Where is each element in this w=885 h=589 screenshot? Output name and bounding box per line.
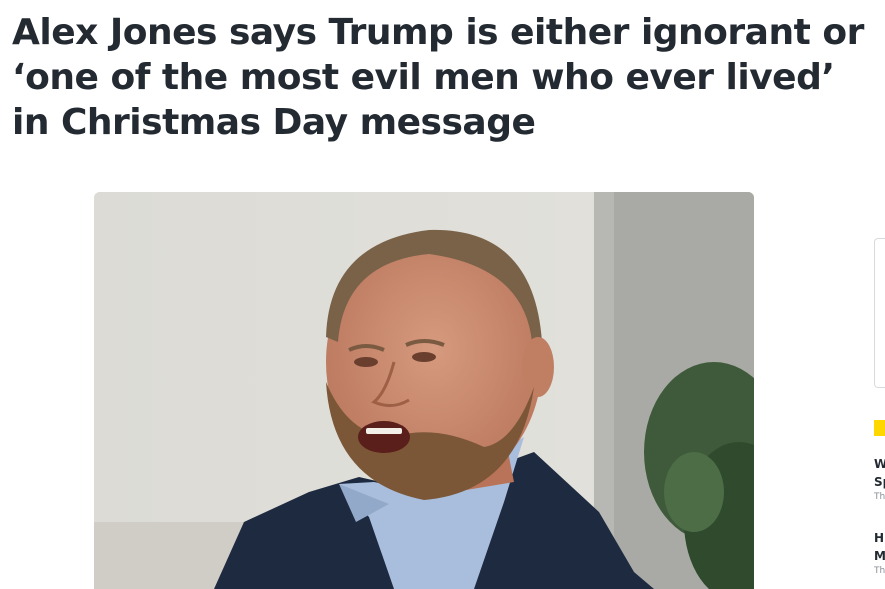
article-hero-image[interactable] [94, 192, 754, 589]
sidebar-story-source: Th [874, 566, 885, 576]
sidebar-section-accent-bar [874, 420, 885, 436]
hero-photo-illustration [94, 192, 754, 589]
sidebar-ad-card[interactable] [874, 238, 885, 388]
article-headline: Alex Jones says Trump is either ignorant… [12, 12, 864, 143]
sidebar-story-title: M [874, 549, 885, 563]
sidebar-story-title: H [874, 531, 885, 545]
sidebar-story-title: W [874, 457, 885, 471]
sidebar-story-source: Th [874, 492, 885, 502]
sidebar-story-title: Sp [874, 475, 885, 489]
sidebar-story-link[interactable]: H M Th [874, 529, 885, 577]
sidebar-story-link[interactable]: W Sp Th [874, 455, 885, 503]
